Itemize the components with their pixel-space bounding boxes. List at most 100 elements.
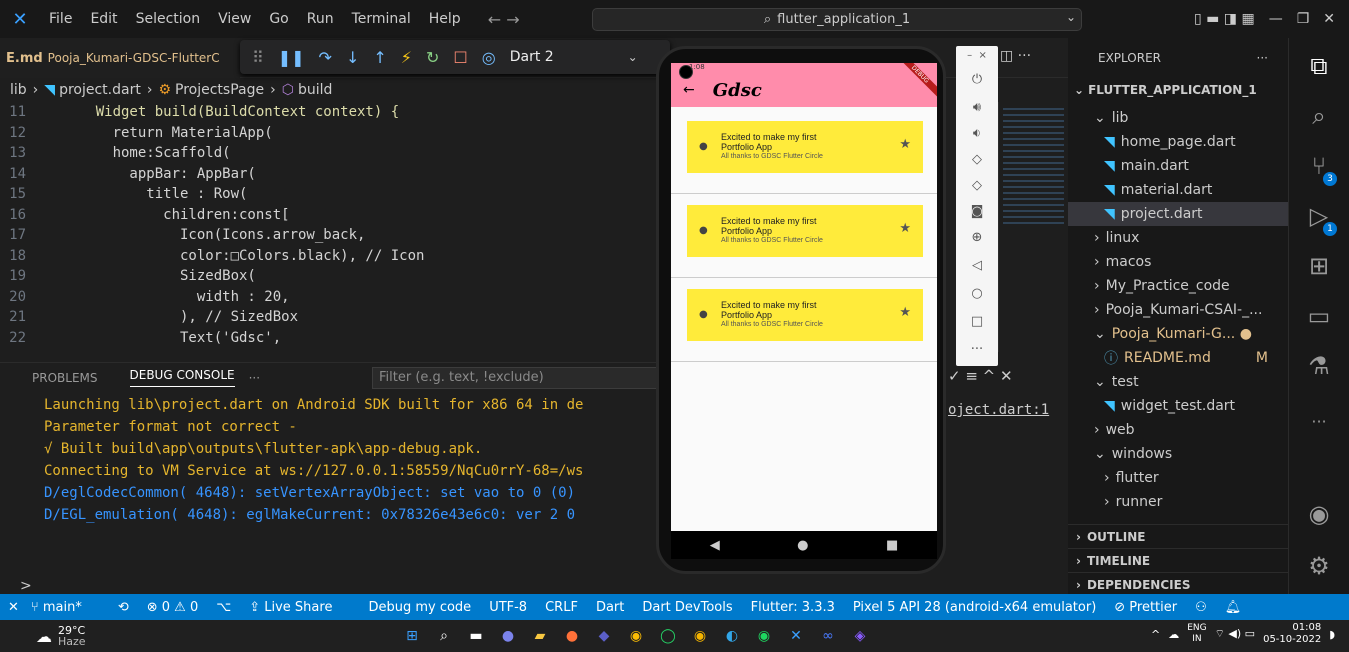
console-source-link[interactable]: oject.dart:1: [948, 402, 1049, 418]
tray-expand-icon[interactable]: ^: [1151, 628, 1160, 641]
teams-icon[interactable]: ◆: [592, 624, 616, 648]
device-status[interactable]: Pixel 5 API 28 (android-x64 emulator): [853, 600, 1096, 615]
back-arrow-icon[interactable]: ←: [683, 82, 695, 98]
volume-down-icon[interactable]: 🔉︎: [956, 126, 998, 141]
project-root[interactable]: ⌄ FLUTTER_APPLICATION_1: [1068, 78, 1288, 102]
more-icon[interactable]: ···: [956, 342, 998, 357]
stop-button[interactable]: ☐: [453, 48, 467, 67]
breadcrumb-file[interactable]: project.dart: [59, 82, 141, 98]
onedrive-icon[interactable]: ☁: [1168, 628, 1179, 641]
menu-selection[interactable]: Selection: [136, 11, 201, 27]
wifi-volume-battery-icons[interactable]: ⌔ ◀) ▭: [1215, 627, 1255, 641]
search-icon[interactable]: ⌕: [432, 624, 456, 648]
tab-debug-console[interactable]: DEBUG CONSOLE: [129, 368, 235, 387]
panel-actions[interactable]: ✓ ≡ ^ ✕: [948, 367, 1013, 385]
tree-item[interactable]: › flutter: [1068, 466, 1288, 490]
pause-button[interactable]: ❚❚: [278, 48, 305, 67]
command-center-search[interactable]: ⌕ flutter_application_1: [592, 8, 1082, 31]
emu-min-close[interactable]: – ×: [956, 50, 998, 61]
section-outline[interactable]: › OUTLINE: [1068, 525, 1288, 549]
step-into-button[interactable]: ↓: [346, 48, 359, 67]
vscode-icon[interactable]: ✕: [784, 624, 808, 648]
breadcrumb-folder[interactable]: lib: [10, 82, 27, 98]
code-line[interactable]: 14 appBar: AppBar(: [0, 164, 660, 185]
tree-item[interactable]: ◥ home_page.dart: [1068, 130, 1288, 154]
code-line[interactable]: 18 color:□Colors.black), // Icon: [0, 246, 660, 267]
star-icon[interactable]: ★: [899, 221, 911, 236]
close-button[interactable]: ✕: [1323, 11, 1335, 27]
devtools-status[interactable]: Dart DevTools: [642, 600, 732, 615]
tree-item[interactable]: ⌄ lib: [1068, 106, 1288, 130]
code-editor[interactable]: 11 Widget build(BuildContext context) { 1…: [0, 102, 660, 356]
clock[interactable]: 01:08 05-10-2022: [1263, 622, 1321, 646]
explorer-files-icon[interactable]: ⧉: [1303, 52, 1335, 84]
hot-reload-button[interactable]: ⚡: [401, 48, 412, 67]
overview-icon[interactable]: □: [956, 314, 998, 329]
step-over-button[interactable]: ↷: [319, 48, 332, 67]
volume-up-icon[interactable]: 🔊︎: [956, 100, 998, 115]
chrome-canary-icon[interactable]: ◉: [688, 624, 712, 648]
prettier-status[interactable]: ⊘ Prettier: [1114, 600, 1177, 615]
back-icon[interactable]: ◁: [956, 258, 998, 273]
code-line[interactable]: 20 width : 20,: [0, 287, 660, 308]
menu-help[interactable]: Help: [429, 11, 461, 27]
tree-item[interactable]: ◥ material.dart: [1068, 178, 1288, 202]
tree-item[interactable]: › Pooja_Kumari-CSAI-_...: [1068, 298, 1288, 322]
star-icon[interactable]: ★: [899, 305, 911, 320]
start-button-icon[interactable]: ⊞: [400, 624, 424, 648]
minimap[interactable]: [998, 102, 1068, 352]
menu-terminal[interactable]: Terminal: [352, 11, 411, 27]
source-control-icon[interactable]: ⑂ 3: [1303, 152, 1337, 186]
restore-button[interactable]: ❐: [1297, 11, 1310, 27]
debug-config-status[interactable]: Debug my code: [368, 600, 471, 615]
section-timeline[interactable]: › TIMELINE: [1068, 549, 1288, 573]
debug-run-icon[interactable]: ⌥: [216, 600, 231, 615]
code-line[interactable]: 13 home:Scaffold(: [0, 143, 660, 164]
breadcrumb-method[interactable]: build: [298, 82, 332, 98]
code-line[interactable]: 11 Widget build(BuildContext context) {: [0, 102, 660, 123]
tab-problems[interactable]: PROBLEMS: [32, 371, 98, 385]
restart-button[interactable]: ↻: [426, 48, 439, 67]
zoom-icon[interactable]: ⊕: [956, 230, 998, 245]
star-icon[interactable]: ★: [899, 137, 911, 152]
console-prompt[interactable]: >: [20, 578, 32, 594]
edge-icon[interactable]: ◐: [720, 624, 744, 648]
notifications-icon[interactable]: 🔔︎: [1225, 600, 1242, 615]
search-icon[interactable]: ⌕: [1303, 102, 1335, 134]
tree-item[interactable]: › runner: [1068, 490, 1288, 514]
code-line[interactable]: 22 Text('Gdsc',: [0, 328, 660, 349]
code-line[interactable]: 17 Icon(Icons.arrow_back,: [0, 225, 660, 246]
editor-actions[interactable]: ◫ ···: [1000, 48, 1031, 64]
home-icon[interactable]: ○: [956, 286, 998, 301]
tree-item[interactable]: › My_Practice_code: [1068, 274, 1288, 298]
extensions-icon[interactable]: ⊞: [1303, 252, 1335, 284]
tree-item[interactable]: ⌄ test: [1068, 370, 1288, 394]
code-line[interactable]: 16 children:const[: [0, 205, 660, 226]
debug-config-select[interactable]: Dart 2: [510, 49, 554, 65]
feedback-icon[interactable]: ⚇: [1195, 600, 1207, 615]
code-line[interactable]: 21 ), // SizedBox: [0, 307, 660, 328]
flutter-version-status[interactable]: Flutter: 3.3.3: [751, 600, 835, 615]
whatsapp-icon[interactable]: ◯: [656, 624, 680, 648]
testing-icon[interactable]: ⚗: [1303, 352, 1335, 384]
project-card[interactable]: ● Excited to make my first Portfolio App Al…: [687, 205, 923, 257]
chat-icon[interactable]: ●: [496, 624, 520, 648]
menu-go[interactable]: Go: [269, 11, 288, 27]
chrome-icon[interactable]: ◉: [624, 624, 648, 648]
tree-item[interactable]: ◥ main.dart: [1068, 154, 1288, 178]
rotate-left-icon[interactable]: ◇: [956, 152, 998, 167]
menu-run[interactable]: Run: [307, 11, 334, 27]
language-status[interactable]: Dart: [596, 600, 624, 615]
more-views-icon[interactable]: ···: [1303, 412, 1335, 444]
search-dropdown-chevron-icon[interactable]: ⌄: [1066, 10, 1076, 24]
notification-icon[interactable]: ◗: [1329, 628, 1335, 641]
debug-console-output[interactable]: Launching lib\project.dart on Android SD…: [0, 394, 660, 574]
power-icon[interactable]: ⏻: [956, 72, 998, 87]
firefox-icon[interactable]: ●: [560, 624, 584, 648]
tree-item[interactable]: ◥ project.dart: [1068, 202, 1288, 226]
nav-arrows[interactable]: ← →: [488, 10, 520, 29]
task-view-icon[interactable]: ▬: [464, 624, 488, 648]
code-line[interactable]: 15 title : Row(: [0, 184, 660, 205]
menu-file[interactable]: File: [49, 11, 72, 27]
nav-home-button[interactable]: ●: [797, 538, 808, 553]
